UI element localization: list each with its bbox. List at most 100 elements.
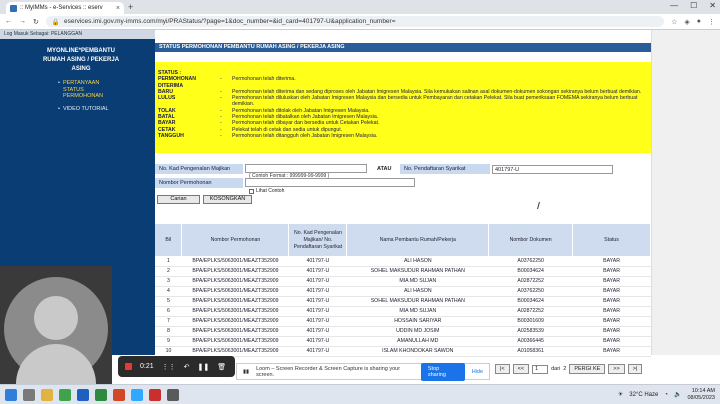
- sidebar-item-pertanyaan[interactable]: • PERTANYAAN STATUS PERMOHONAN: [58, 80, 118, 100]
- legend-row: LULUS - Permohonan telah diluluskan oleh J…: [158, 95, 638, 108]
- word-icon[interactable]: [77, 388, 89, 401]
- th-kad-pendaftaran: No. Kad Pengenalan Majikan/ No. Pendafta…: [288, 224, 348, 256]
- table-row: 1 BPA/EPLKS/5063001/MEAZT352909 401797-U AL…: [155, 256, 651, 267]
- extensions-icon[interactable]: ◈: [684, 18, 689, 26]
- search-taskbar-icon[interactable]: [23, 388, 35, 401]
- th-nombor-dokumen: Nombor Dokumen: [488, 224, 574, 256]
- daftar-label: No. Pendaftaran Syarikat: [400, 164, 490, 174]
- window-controls: — ☐ ✕: [670, 1, 716, 10]
- sharing-notification: ▮▮ Loom – Screen Recorder & Screen Captu…: [236, 362, 490, 381]
- share-indicator-icon: ▮▮: [243, 368, 250, 375]
- search-button[interactable]: Carian: [157, 195, 200, 204]
- photoshop-icon[interactable]: [131, 388, 143, 401]
- bullet-icon: •: [58, 80, 60, 86]
- table-row: 10 BPA/EPLKS/5063001/MEAZT352909 401797-U I…: [155, 346, 651, 357]
- th-nama: Nama Pembantu Rumah/Pekerja: [346, 224, 490, 256]
- sidebar-item-video[interactable]: • VIDEO TUTORIAL: [58, 106, 118, 113]
- volume-icon[interactable]: 🔈: [674, 391, 681, 398]
- recorder-controls: 0:21 ⋮⋮ ↶ ❚❚ 🗑: [118, 356, 235, 377]
- page-scroll-area[interactable]: [651, 30, 720, 355]
- forward-icon[interactable]: →: [19, 18, 26, 25]
- recording-time: 0:21: [140, 363, 154, 370]
- login-band: Log Masuk Sebagai: PELANGGAN: [0, 30, 155, 39]
- reload-icon[interactable]: ↻: [33, 18, 39, 26]
- stop-recording-icon[interactable]: [125, 363, 132, 370]
- grid-icon[interactable]: ⋮⋮: [162, 363, 176, 371]
- table-row: 5 BPA/EPLKS/5063001/MEAZT352909 401797-U SO…: [155, 296, 651, 307]
- time-text: 10:14 AM: [691, 387, 715, 394]
- webcam-overlay: [0, 266, 112, 388]
- table-header-row: Bil Nombor Permohonan No. Kad Pengenalan…: [155, 224, 651, 256]
- tab-bar: :: MyIMMs - e-Services :: eserv × + — ☐ …: [0, 0, 720, 14]
- permohonan-label: Nombor Permohonan: [155, 178, 243, 188]
- table-row: 3 BPA/EPLKS/5063001/MEAZT352909 401797-U MI…: [155, 276, 651, 287]
- table-row: 4 BPA/EPLKS/5063001/MEAZT352909 401797-U AL…: [155, 286, 651, 297]
- browser-tab[interactable]: :: MyIMMs - e-Services :: eserv ×: [6, 2, 124, 14]
- start-icon[interactable]: [5, 388, 17, 401]
- address-toolbar: ← → ↻ 🔒 eservices.imi.gov.my-imms.com/my…: [0, 14, 720, 30]
- clear-button[interactable]: KOSONGKAN: [203, 195, 252, 204]
- table-row: 7 BPA/EPLKS/5063001/MEAZT352909 401797-U HO…: [155, 316, 651, 327]
- file-explorer-icon[interactable]: [41, 388, 53, 401]
- th-status: Status: [572, 224, 651, 256]
- close-tab-icon[interactable]: ×: [116, 5, 120, 12]
- contoh-checkbox[interactable]: Lihat Contoh: [249, 188, 284, 194]
- sidebar-item-label: VIDEO TUTORIAL: [62, 106, 109, 112]
- legend-row: TANGGUH - Permohonan telah ditangguh oleh …: [158, 132, 378, 139]
- favicon-icon: [10, 4, 17, 12]
- wifi-icon[interactable]: ◔: [664, 392, 668, 398]
- profile-icon[interactable]: ●: [697, 18, 701, 26]
- taskbar: ☀ 32°C Haze ◔ 🔈 10:14 AM 08/05/2023: [0, 384, 720, 404]
- daftar-input[interactable]: 401797-U: [492, 165, 613, 174]
- minimize-icon[interactable]: —: [670, 1, 678, 10]
- new-tab-icon[interactable]: +: [128, 2, 133, 12]
- pdf-icon[interactable]: [149, 388, 161, 401]
- pause-icon[interactable]: ❚❚: [198, 363, 210, 371]
- kad-label: No. Kad Pengenalan Majikan: [155, 164, 243, 174]
- address-bar[interactable]: 🔒 eservices.imi.gov.my-imms.com/myi/PRAS…: [45, 16, 665, 27]
- table-row: 6 BPA/EPLKS/5063001/MEAZT352909 401797-U MI…: [155, 306, 651, 317]
- back-icon[interactable]: ←: [5, 18, 12, 25]
- share-text: Loom – Screen Recorder & Screen Capture …: [256, 365, 401, 378]
- excel-icon[interactable]: [95, 388, 107, 401]
- th-nombor-permohonan: Nombor Permohonan: [181, 224, 290, 256]
- maximize-icon[interactable]: ☐: [690, 1, 697, 10]
- page-of-label: dari: [551, 366, 561, 372]
- stop-sharing-button[interactable]: Stop sharing: [420, 362, 465, 381]
- table-row: 9 BPA/EPLKS/5063001/MEAZT352909 401797-U AM…: [155, 336, 651, 347]
- app-icon[interactable]: [167, 388, 179, 401]
- sidebar-item-label: PERTANYAAN STATUS PERMOHONAN: [62, 80, 103, 99]
- delete-icon[interactable]: 🗑: [217, 363, 226, 371]
- checkbox-icon: [249, 188, 254, 194]
- chrome-icon[interactable]: [59, 388, 71, 401]
- powerpoint-icon[interactable]: [113, 388, 125, 401]
- prev-page-button[interactable]: <<: [512, 364, 530, 374]
- system-tray: ☀ 32°C Haze ◔ 🔈 10:14 AM 08/05/2023: [618, 388, 715, 402]
- permohonan-input[interactable]: [245, 178, 415, 187]
- close-window-icon[interactable]: ✕: [709, 1, 716, 10]
- next-page-button[interactable]: >>: [608, 364, 625, 374]
- date-text: 08/05/2023: [687, 394, 715, 401]
- atau-label: ATAU: [377, 166, 392, 172]
- last-page-button[interactable]: >|: [627, 364, 643, 374]
- hide-button[interactable]: Hide: [472, 369, 483, 375]
- pagination: |< << 1 dari 2 PERGI KE >> >|: [495, 364, 643, 374]
- goto-button[interactable]: PERGI KE: [569, 364, 606, 374]
- undo-icon[interactable]: ↶: [184, 363, 190, 371]
- star-icon[interactable]: ☆: [671, 18, 677, 26]
- first-page-button[interactable]: |<: [495, 364, 510, 374]
- tab-title: :: MyIMMs - e-Services :: eserv: [20, 5, 103, 11]
- table-row: 2 BPA/EPLKS/5063001/MEAZT352909 401797-U SO…: [155, 266, 651, 277]
- legend-row: PERMOHONAN DITERIMA - Permohonan telah dit…: [158, 76, 296, 89]
- table-row: 8 BPA/EPLKS/5063001/MEAZT352909 401797-U UD…: [155, 326, 651, 337]
- page-input[interactable]: 1: [532, 364, 549, 374]
- person-head: [34, 296, 78, 340]
- contoh-label: Lihat Contoh: [256, 188, 285, 194]
- sidebar-title: MYONLINE*PEMBANTU RUMAH ASING / PEKERJA …: [42, 48, 120, 72]
- kad-input[interactable]: [245, 164, 367, 173]
- menu-icon[interactable]: ⋮: [708, 18, 715, 26]
- status-legend: STATUS : PERMOHONAN DITERIMA - Permohonan …: [155, 62, 651, 153]
- bullet-icon: •: [58, 106, 60, 112]
- weather-icon: ☀: [617, 392, 624, 398]
- clock[interactable]: 10:14 AM 08/05/2023: [687, 388, 715, 402]
